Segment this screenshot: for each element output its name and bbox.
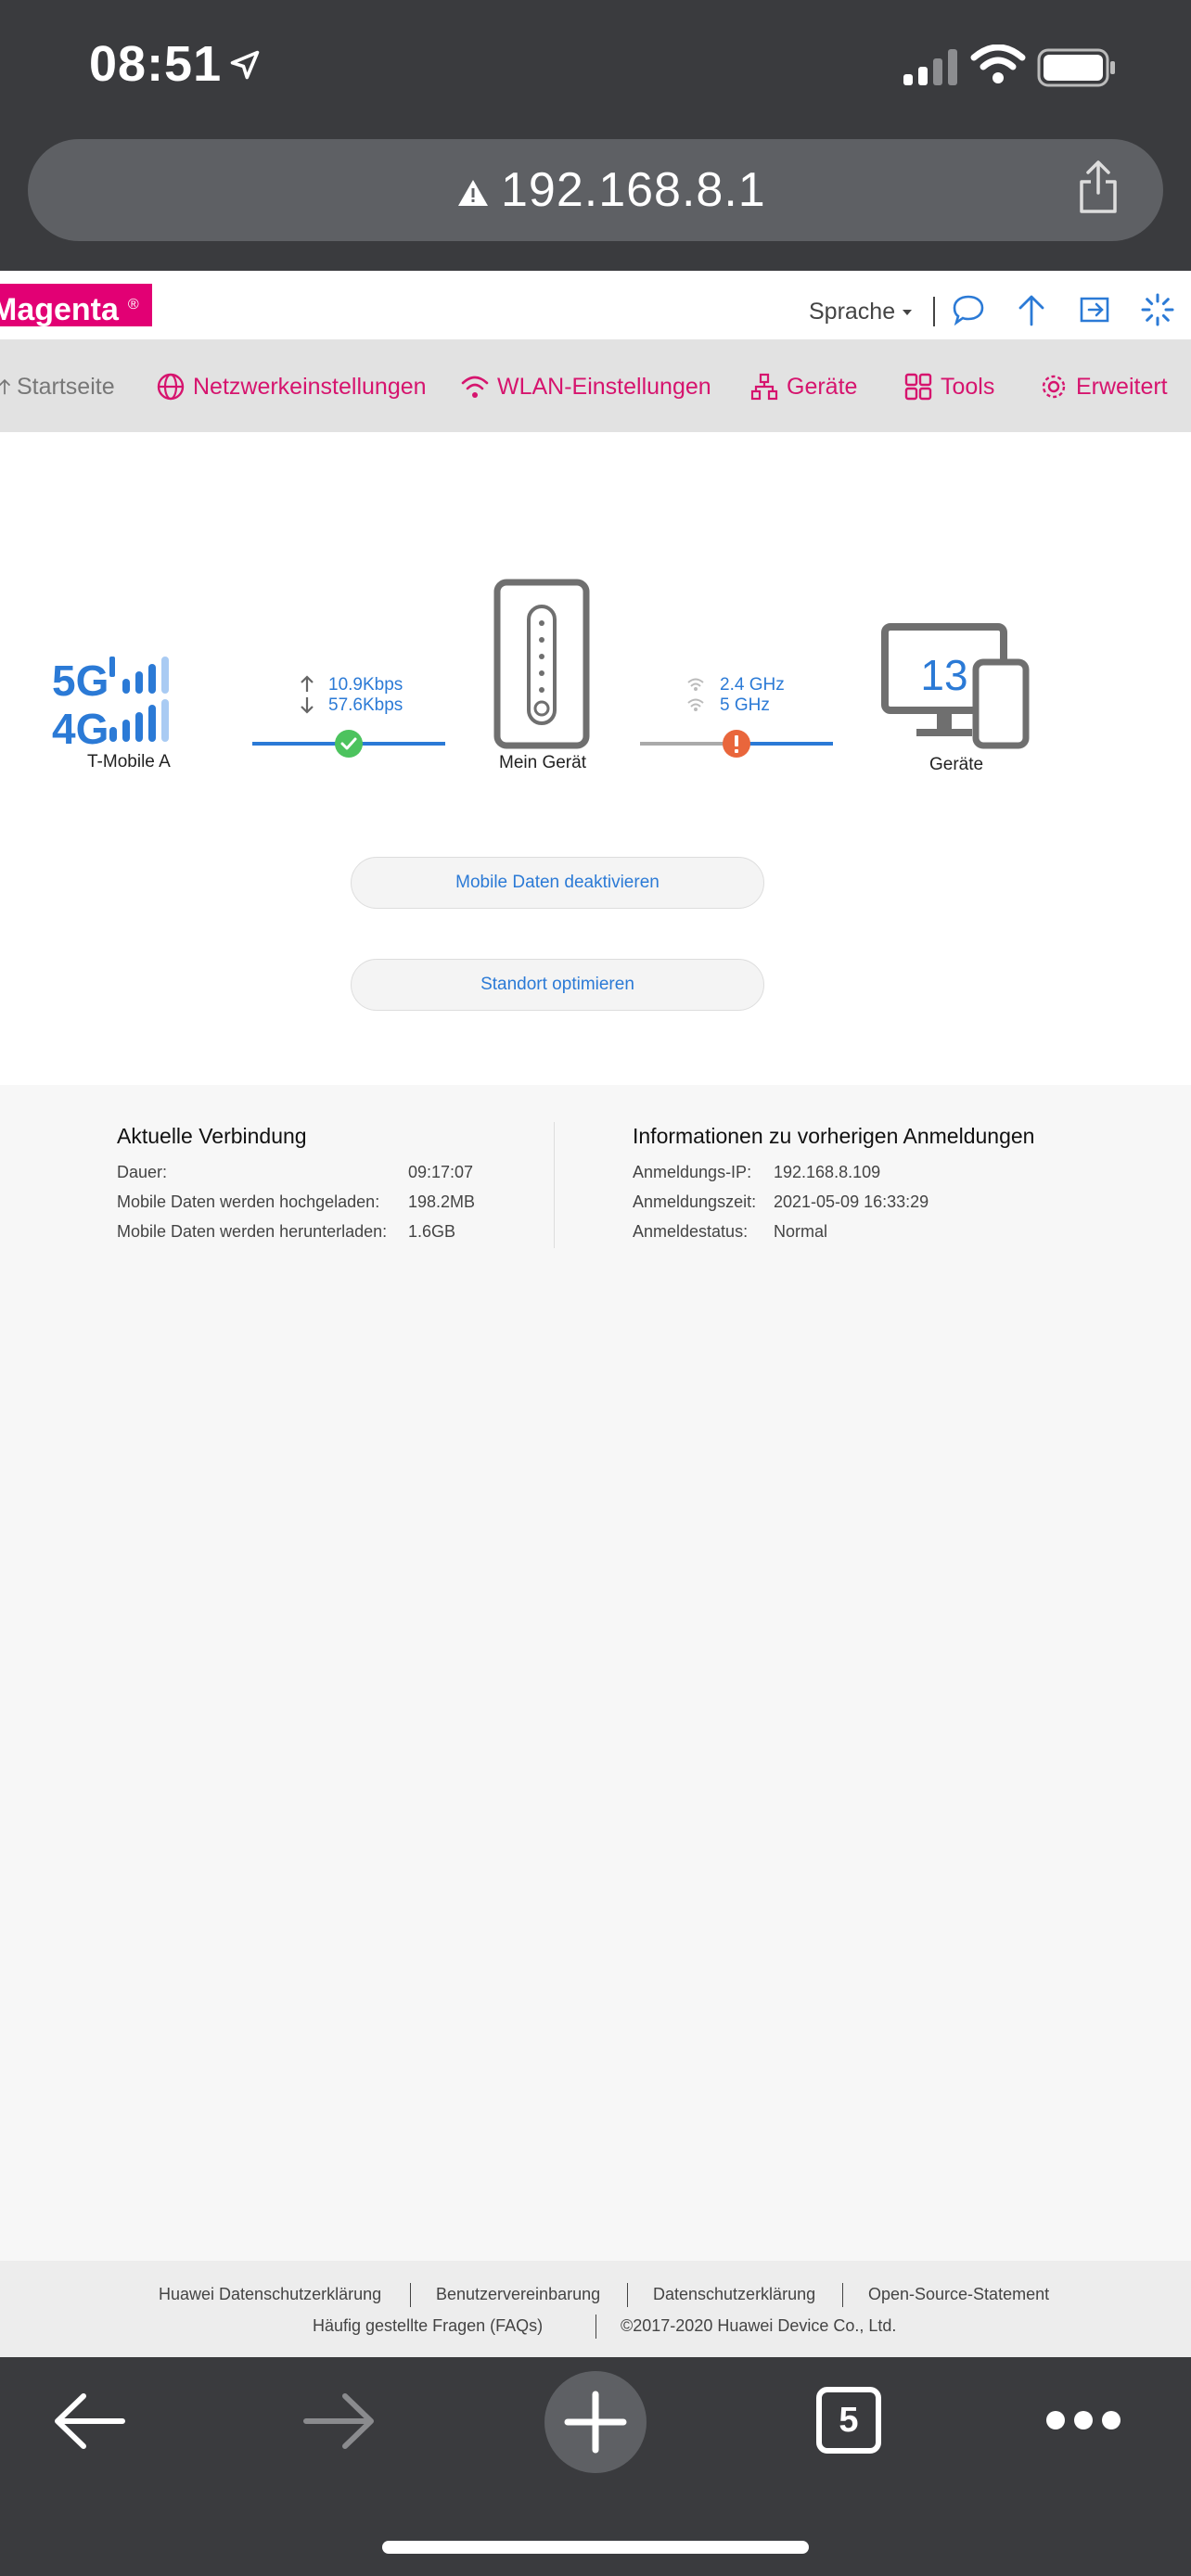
login-time-label: Anmeldungszeit: [633,1192,757,1211]
network-name: T-Mobile A [87,752,171,772]
info-divider [554,1122,555,1248]
page-footer: Huawei Datenschutzerklärung Benutzervere… [0,2261,1191,2357]
nav-item-netzwerkeinstellungen[interactable]: Netzwerkeinstellungen [156,365,427,408]
message-icon[interactable] [950,291,987,328]
main-navigation: Startseite Netzwerkeinstellungen WLAN-Ei… [0,339,1191,432]
downloaded-label: Mobile Daten werden herunterladen: [117,1222,388,1241]
forward-arrow-icon[interactable] [302,2391,377,2452]
header-divider [933,297,935,326]
login-status-value: Normal [774,1222,828,1241]
warning-circle-icon [723,730,750,758]
wlan-band-5: 5 GHz [720,695,770,715]
uploaded-label: Mobile Daten werden hochgeladen: [117,1192,380,1211]
logout-icon[interactable] [1076,291,1113,328]
nav-item-wlan-einstellungen[interactable]: WLAN-Einstellungen [460,365,711,408]
page-header: Magenta ® Sprache [0,271,1191,339]
footer-divider [627,2283,628,2307]
arrow-up-icon [0,378,11,395]
download-rate: 57.6Kbps [328,695,403,715]
caret-down-icon [903,310,913,316]
nav-item-tools[interactable]: Tools [903,365,994,408]
nav-item-geraete[interactable]: Geräte [749,365,857,408]
footer-copyright: ©2017-2020 Huawei Device Co., Ltd. [621,2316,897,2335]
device-count: 13 [920,651,967,699]
svg-text:4G: 4G [52,705,109,747]
more-options-icon[interactable] [1044,2409,1122,2431]
connection-info-section: Aktuelle Verbindung Dauer: 09:17:07 Mobi… [0,1085,1191,2309]
my-device-label: Mein Gerät [499,753,586,772]
new-tab-plus-icon[interactable] [544,2370,647,2474]
battery-icon [1037,48,1115,87]
optimize-location-button[interactable]: Standort optimieren [351,959,764,1011]
duration-value: 09:17:07 [408,1163,474,1181]
footer-link-huawei-privacy[interactable]: Huawei Datenschutzerklärung [159,2285,381,2304]
location-arrow-icon [230,50,260,80]
language-selector[interactable]: Sprache [809,299,913,325]
footer-divider [410,2283,411,2307]
tools-grid-icon [904,373,932,401]
network-topology-icon [750,373,778,401]
tab-count-button[interactable]: 5 [816,2387,881,2454]
connection-status-panel: 5G 4G T-Mobile A 10.9Kbps 57.6Kbps Mein … [0,432,1191,1085]
wifi-5-icon [687,698,704,711]
footer-link-faq[interactable]: Häufig gestellte Fragen (FAQs) [313,2316,543,2336]
gear-icon [1042,375,1066,399]
login-time-value: 2021-05-09 16:33:29 [774,1192,929,1211]
status-time: 08:51 [89,36,223,92]
duration-label: Dauer: [117,1163,168,1181]
current-connection-title: Aktuelle Verbindung [117,1124,307,1148]
wlan-band-24: 2.4 GHz [720,675,785,695]
check-circle-icon [335,730,363,758]
login-ip-value: 192.168.8.109 [774,1163,881,1181]
download-arrow-icon [301,697,314,714]
router-web-page: Magenta ® Sprache Startseite Netzwerkeins… [0,271,1191,2357]
update-arrow-icon[interactable] [1013,291,1050,328]
warning-icon [458,180,488,206]
login-ip-label: Anmeldungs-IP: [633,1163,752,1181]
footer-link-privacy[interactable]: Datenschutzerklärung [653,2285,815,2304]
wifi-24-icon [687,678,704,691]
back-arrow-icon[interactable] [52,2391,126,2452]
downloaded-value: 1.6GB [408,1222,456,1241]
wifi-icon [461,376,489,398]
nav-item-startseite[interactable]: Startseite [0,365,115,408]
home-indicator[interactable] [382,2541,809,2554]
url-text[interactable]: 192.168.8.1 [501,162,766,218]
magenta-logo: Magenta ® [0,284,152,326]
uploaded-value: 198.2MB [408,1192,476,1211]
footer-link-open-source[interactable]: Open-Source-Statement [868,2285,1049,2304]
nav-item-erweitert[interactable]: Erweitert [1039,365,1168,408]
disable-mobile-data-button[interactable]: Mobile Daten deaktivieren [351,857,764,909]
cellular-signal-icon [903,49,957,85]
footer-link-user-agreement[interactable]: Benutzervereinbarung [436,2285,600,2304]
footer-divider [842,2283,843,2307]
globe-icon [157,373,185,401]
registered-mark-icon: ® [127,297,139,312]
devices-label: Geräte [929,755,984,774]
loading-spinner-icon [1141,293,1174,326]
share-icon[interactable] [1076,159,1121,215]
upload-arrow-icon [301,675,314,692]
router-device-icon [493,579,590,749]
upload-rate: 10.9Kbps [328,675,403,695]
network-signal-icon: 5G 4G [52,657,169,747]
ios-status-bar: 08:51 [0,0,1191,139]
login-status-label: Anmeldestatus: [633,1222,749,1241]
wifi-icon [970,45,1026,83]
connected-devices-icon: 13 [881,623,1030,749]
svg-text:5G: 5G [52,657,109,705]
previous-login-title: Informationen zu vorherigen Anmeldungen [633,1124,1035,1148]
